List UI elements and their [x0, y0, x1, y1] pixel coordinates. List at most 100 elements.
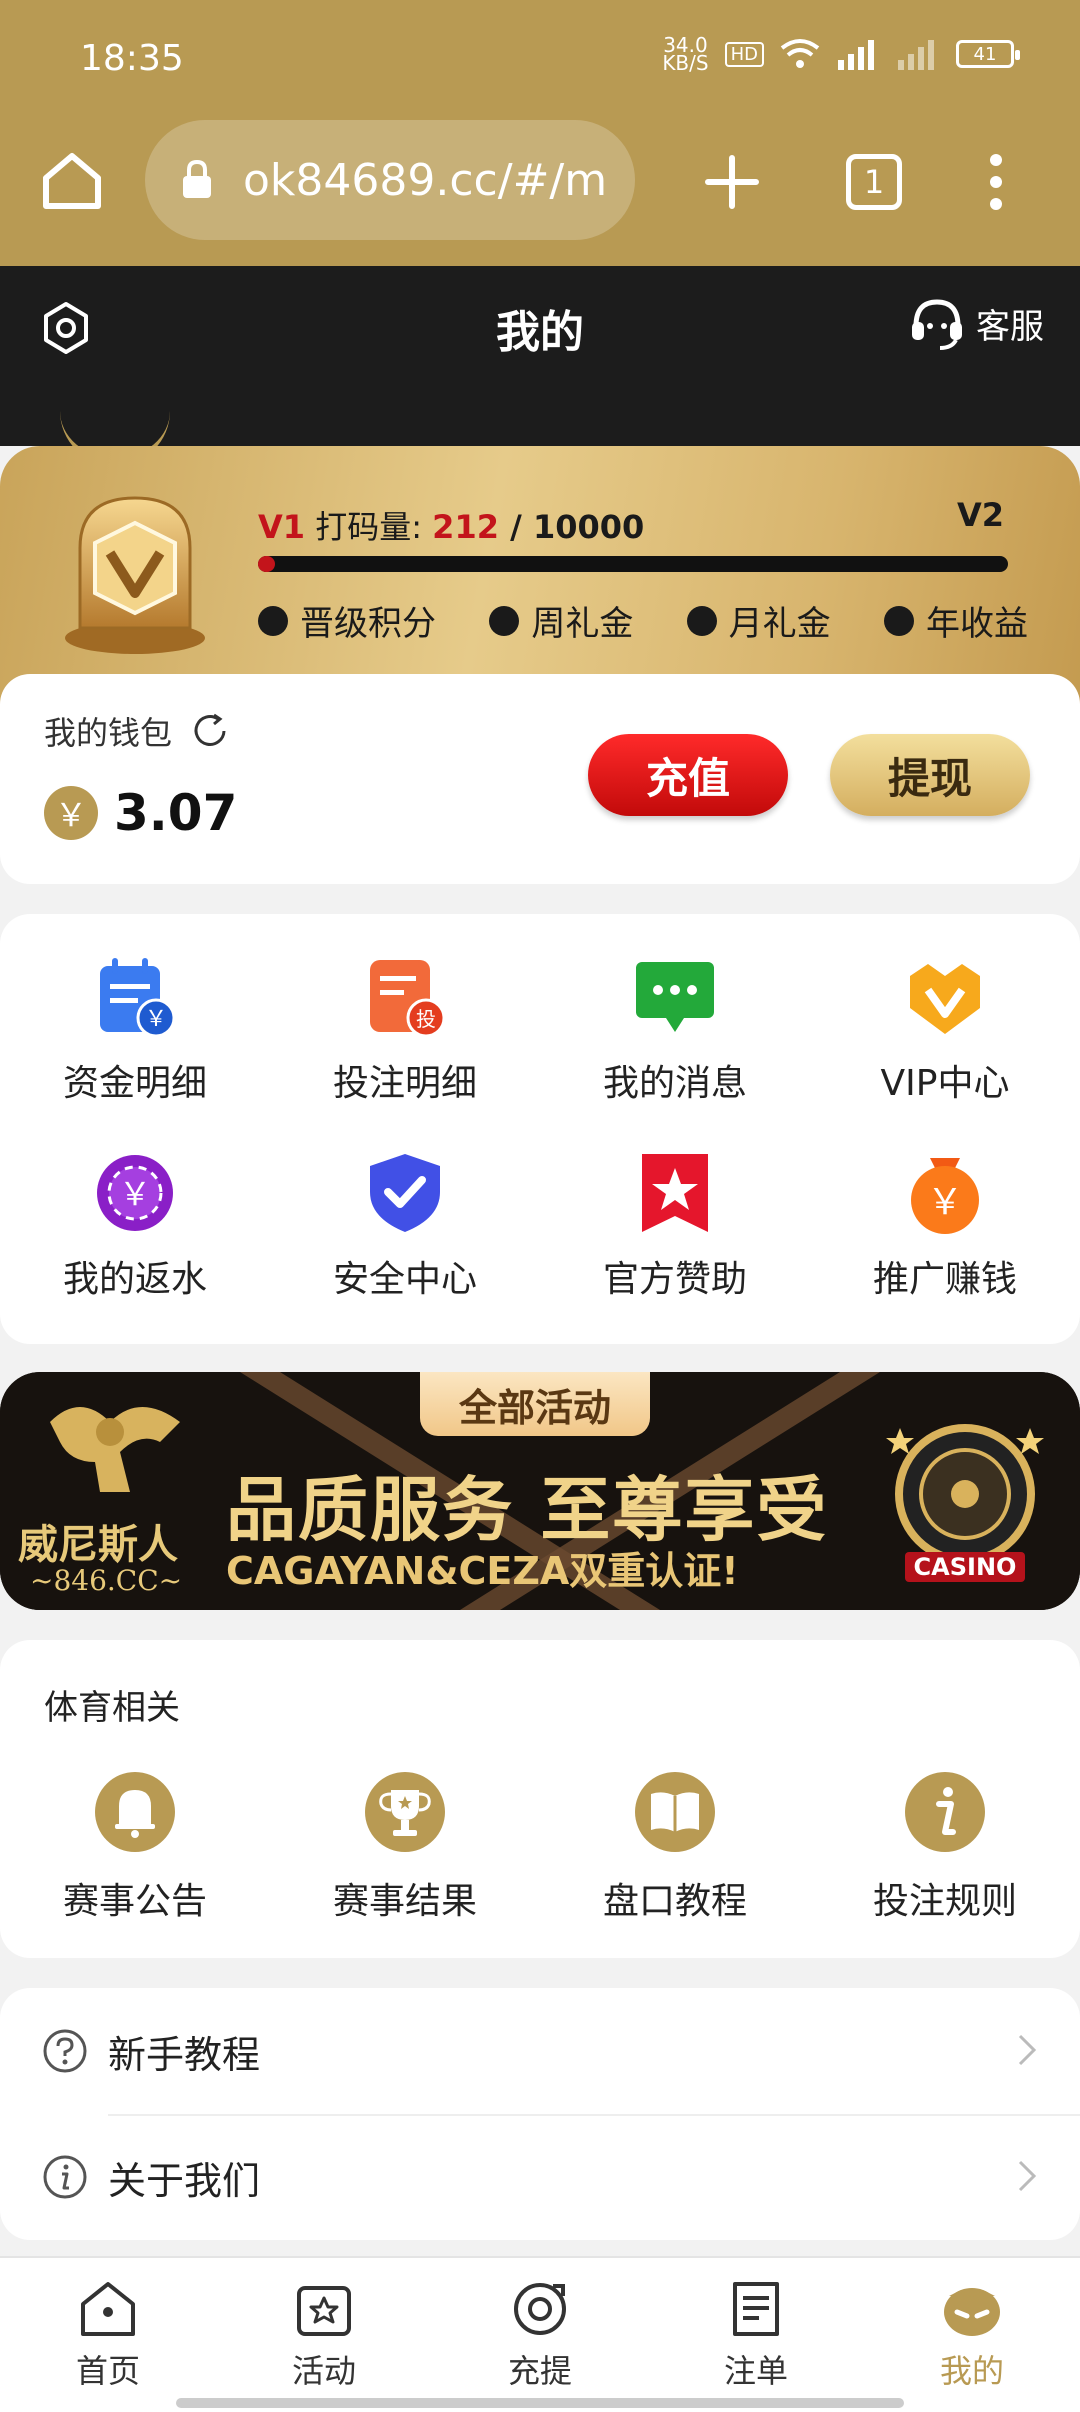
- security-icon: [370, 1154, 440, 1232]
- bet-details-icon: 投: [370, 960, 446, 1038]
- sports-item-label: 赛事结果: [332, 1881, 477, 1922]
- bottom-navigation: 首页 活动 充提 注单 我的: [0, 2256, 1080, 2412]
- more-menu-icon[interactable]: [980, 150, 1012, 214]
- all-activities-tag[interactable]: 全部活动: [420, 1372, 650, 1436]
- address-url: ok84689.cc/#/m: [243, 154, 608, 206]
- wallet-balance: ￥ 3.07: [44, 784, 237, 842]
- casino-chip-label: CASINO: [914, 1553, 1017, 1581]
- vip-progress-label: 打码量:: [315, 508, 422, 546]
- menu-item-promote[interactable]: ￥ 推广赚钱: [810, 1148, 1080, 1344]
- question-icon: [43, 2029, 87, 2073]
- fund-details-icon: ￥: [100, 958, 176, 1038]
- bell-icon: [95, 1772, 175, 1852]
- menu-item-sponsor[interactable]: 官方赞助: [540, 1148, 810, 1344]
- balance-value: 3.07: [114, 784, 238, 842]
- banner-subtitle: CAGAYAN&CEZA双重认证!: [226, 1549, 739, 1593]
- list-item-label: 关于我们: [108, 2158, 261, 2203]
- menu-item-label: 投注明细: [332, 1063, 477, 1104]
- network-speed-unit: KB/S: [662, 51, 709, 75]
- nav-label: 注单: [723, 2352, 788, 2390]
- lion-logo-icon: [50, 1407, 180, 1492]
- help-list: 新手教程 关于我们: [0, 1988, 1080, 2240]
- banner-domain: ~846.CC~: [30, 1564, 183, 1597]
- browser-home-icon[interactable]: [40, 148, 104, 212]
- menu-item-label: 推广赚钱: [872, 1259, 1017, 1300]
- menu-item-bet-details[interactable]: 投 投注明细: [270, 952, 540, 1148]
- menu-item-security[interactable]: 安全中心: [270, 1148, 540, 1344]
- sports-item-results[interactable]: 赛事结果: [270, 1770, 540, 1924]
- svg-text:￥: ￥: [927, 1182, 963, 1223]
- vip-perk[interactable]: 月礼金: [686, 596, 831, 645]
- perk-dot-icon: [883, 605, 914, 636]
- svg-text:￥: ￥: [145, 1007, 167, 1032]
- new-tab-icon[interactable]: [700, 150, 764, 214]
- customer-service-label: 客服: [976, 306, 1044, 347]
- nav-home[interactable]: 首页: [0, 2258, 216, 2412]
- vip-card: V1 打码量: 212 / 10000 V2 晋级积分 周礼金 月礼金 年收益: [0, 446, 1080, 706]
- home-indicator[interactable]: [176, 2398, 904, 2408]
- status-bar: 18:35 34.0 KB/S HD 41: [0, 0, 1080, 110]
- nav-label: 充提: [507, 2352, 572, 2390]
- nav-deposit-withdraw[interactable]: 充提: [432, 2258, 648, 2412]
- withdraw-button[interactable]: 提现: [830, 734, 1030, 816]
- perk-dot-icon: [686, 605, 717, 636]
- vip-center-icon: [910, 964, 980, 1034]
- menu-item-vip-center[interactable]: VIP中心: [810, 952, 1080, 1148]
- menu-item-fund-details[interactable]: ￥ 资金明细: [0, 952, 270, 1148]
- vip-perk[interactable]: 年收益: [883, 596, 1028, 645]
- nav-bet-slip[interactable]: 注单: [648, 2258, 864, 2412]
- vip-current-value: 212: [432, 508, 499, 546]
- status-indicators: 34.0 KB/S HD 41: [662, 35, 1020, 75]
- lock-icon: [183, 160, 211, 198]
- sports-item-label: 投注规则: [872, 1881, 1017, 1922]
- signal-weak-icon: [898, 40, 934, 70]
- vip-target-value: 10000: [532, 508, 645, 546]
- customer-service-button[interactable]: 客服: [908, 294, 1044, 352]
- vip-perks: 晋级积分 周礼金 月礼金 年收益: [258, 596, 1028, 645]
- info-icon: [905, 1772, 985, 1852]
- svg-text:￥: ￥: [119, 1175, 151, 1213]
- coin-icon: ￥: [44, 786, 98, 840]
- messages-icon: [636, 962, 714, 1032]
- trophy-icon: [365, 1772, 445, 1852]
- vip-perk-label: 年收益: [925, 604, 1028, 644]
- sports-item-rules[interactable]: 投注规则: [810, 1770, 1080, 1924]
- list-item-about-us[interactable]: 关于我们: [0, 2114, 1080, 2240]
- nav-profile[interactable]: 我的: [864, 2258, 1080, 2412]
- app-header: 我的 客服: [0, 266, 1080, 466]
- address-bar[interactable]: ok84689.cc/#/m: [145, 120, 635, 240]
- menu-item-rebate[interactable]: ￥ 我的返水: [0, 1148, 270, 1344]
- tab-switcher-button[interactable]: 1: [846, 154, 902, 210]
- promote-icon: ￥: [911, 1158, 979, 1234]
- wallet-title-label: 我的钱包: [44, 714, 173, 752]
- book-icon: [635, 1772, 715, 1852]
- nav-activity[interactable]: 活动: [216, 2258, 432, 2412]
- casino-chip-icon: CASINO: [886, 1424, 1044, 1582]
- chevron-right-icon: [1018, 2034, 1037, 2066]
- sports-item-label: 赛事公告: [62, 1881, 207, 1922]
- nav-label: 首页: [75, 2352, 140, 2390]
- recharge-button[interactable]: 充值: [588, 734, 788, 816]
- sports-section-title: 体育相关: [44, 1688, 180, 1728]
- list-item-beginner-guide[interactable]: 新手教程: [0, 1988, 1080, 2114]
- menu-item-messages[interactable]: 我的消息: [540, 952, 810, 1148]
- sports-item-announcements[interactable]: 赛事公告: [0, 1770, 270, 1924]
- banner-brand: 威尼斯人: [18, 1522, 178, 1568]
- vip-perk[interactable]: 周礼金: [489, 596, 633, 645]
- status-time: 18:35: [80, 38, 184, 79]
- menu-item-label: 我的消息: [602, 1063, 747, 1104]
- network-speed: 34.0 KB/S: [662, 35, 709, 75]
- vip-perk[interactable]: 晋级积分: [258, 596, 436, 645]
- refresh-icon[interactable]: [190, 711, 230, 751]
- sports-section: 体育相关 赛事公告 赛事结果 盘口教程 投注规则: [0, 1640, 1080, 1958]
- chevron-right-icon: [1018, 2160, 1037, 2192]
- sports-item-tutorial[interactable]: 盘口教程: [540, 1770, 810, 1924]
- promo-banner[interactable]: 全部活动 威尼斯人 ~846.CC~ 品质服务 至尊享受 CAGAYAN&CEZ…: [0, 1372, 1080, 1610]
- headset-icon: [912, 299, 962, 350]
- activity-icon: [297, 2286, 351, 2336]
- hd-badge: HD: [724, 41, 764, 67]
- rebate-icon: ￥: [97, 1155, 173, 1231]
- deposit-withdraw-icon: [514, 2283, 566, 2335]
- perk-dot-icon: [489, 605, 520, 636]
- vip-progress-fill: [258, 556, 275, 572]
